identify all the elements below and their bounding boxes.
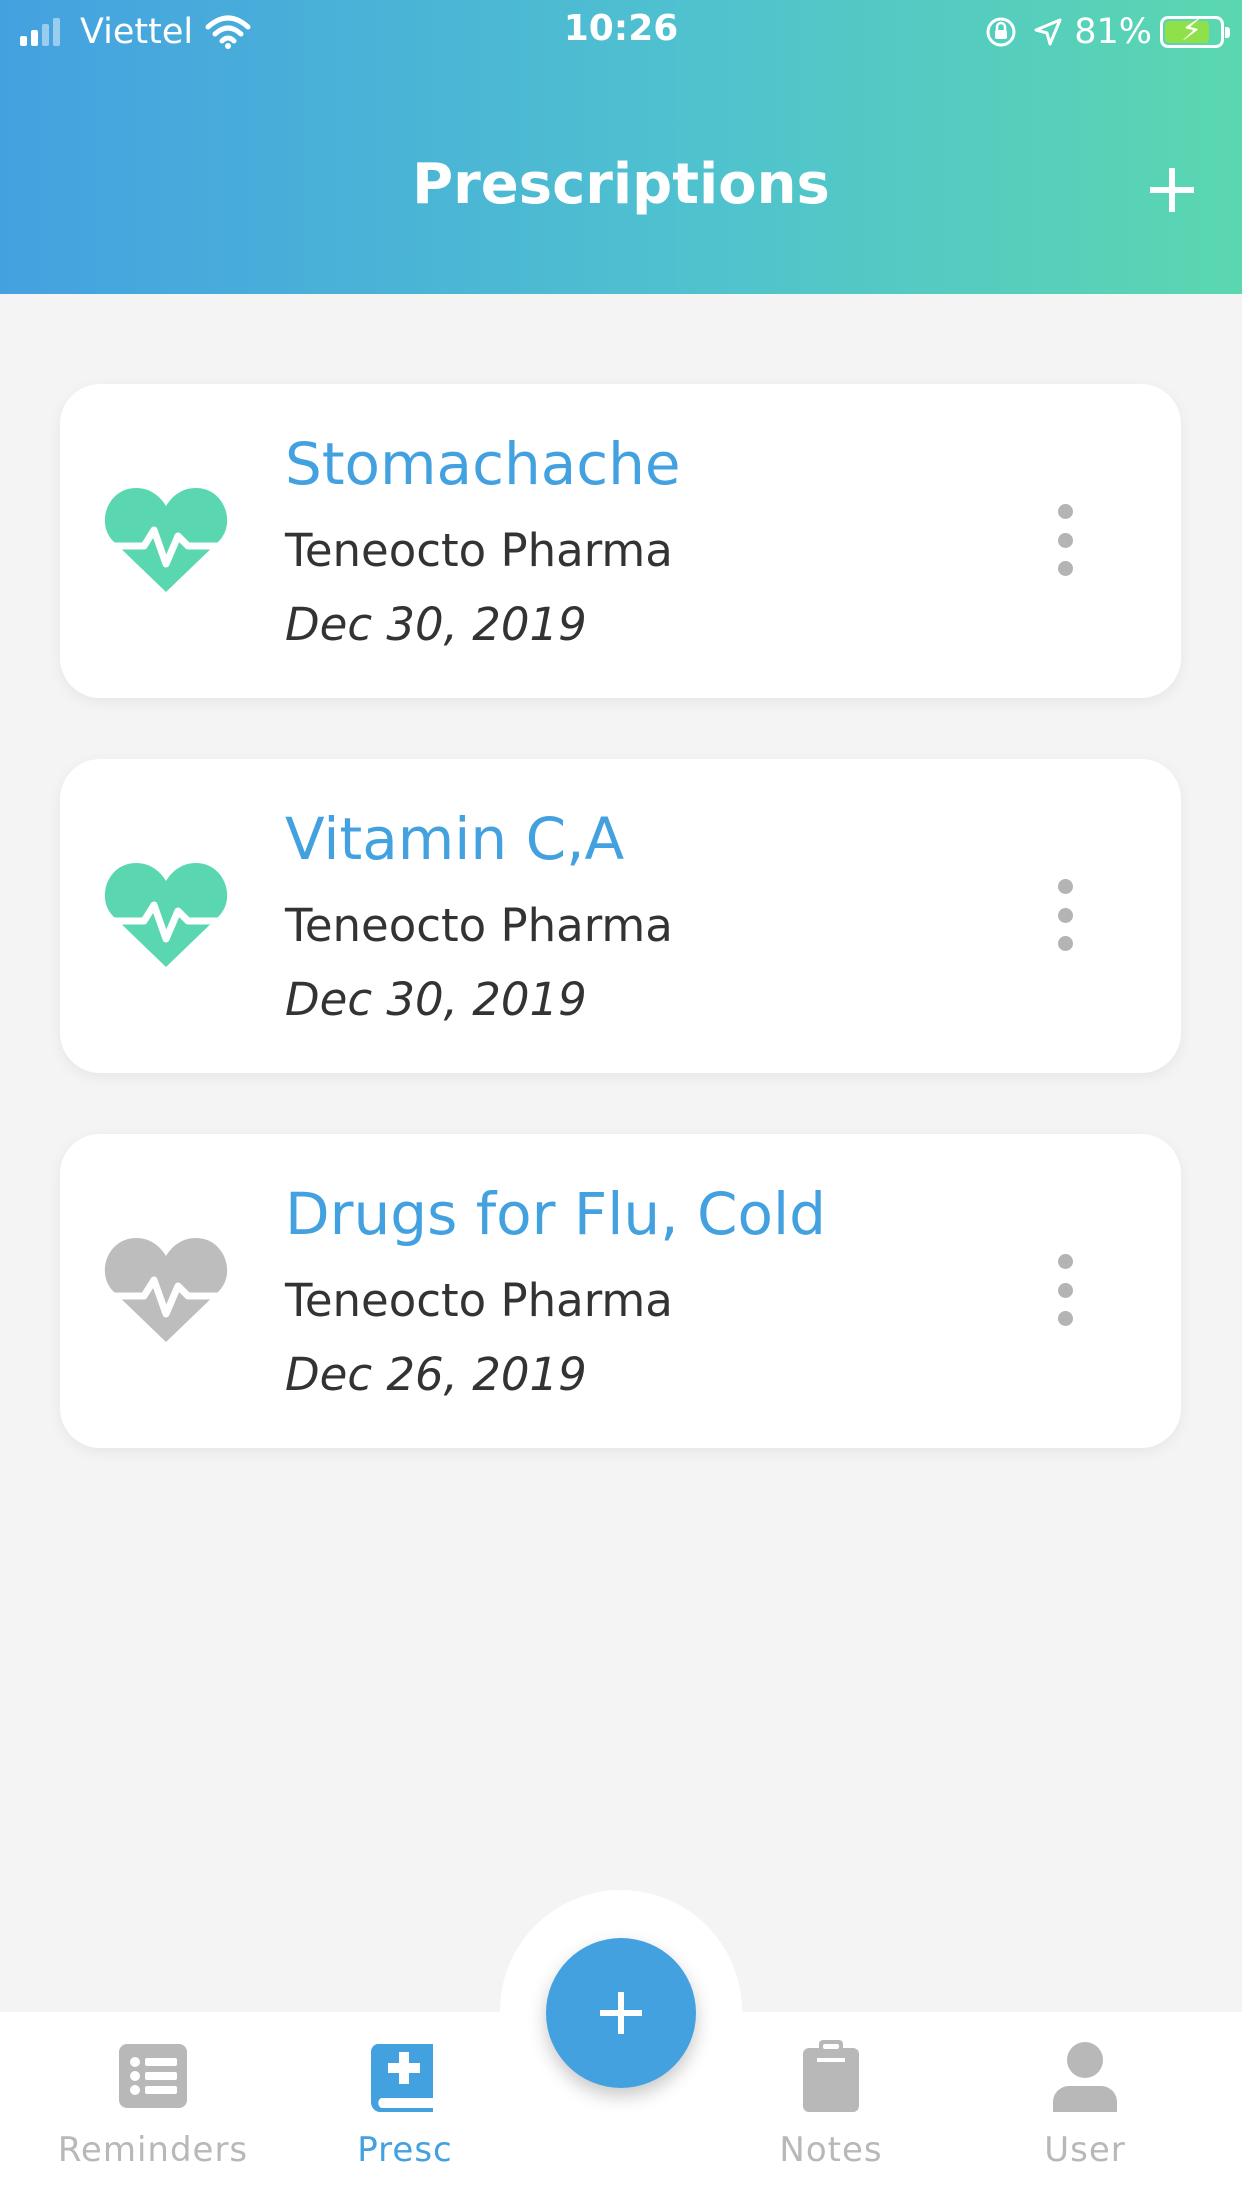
prescription-card[interactable]: Vitamin C,A Teneocto Pharma Dec 30, 2019	[60, 759, 1181, 1073]
more-options-icon[interactable]	[1045, 879, 1085, 951]
nav-label-presc: Presc	[357, 2130, 453, 2170]
clipboard-icon	[803, 2040, 859, 2112]
prescription-book-icon	[370, 2044, 433, 2112]
plus-icon	[600, 1992, 642, 2034]
page-title: Prescriptions	[412, 152, 830, 217]
heartbeat-icon	[104, 1238, 228, 1342]
battery-icon: ⚡	[1160, 13, 1230, 48]
nav-item-presc[interactable]: Presc	[285, 2040, 525, 2170]
prescription-company: Teneocto Pharma	[285, 524, 673, 577]
more-options-icon[interactable]	[1045, 504, 1085, 576]
add-fab-button[interactable]	[546, 1938, 696, 2088]
rotation-lock-icon	[986, 17, 1016, 47]
prescription-date: Dec 30, 2019	[285, 973, 587, 1026]
prescription-title: Drugs for Flu, Cold	[285, 1180, 826, 1248]
status-right: 81% ⚡	[984, 10, 1230, 54]
nav-item-reminders[interactable]: Reminders	[33, 2040, 273, 2170]
nav-item-notes[interactable]: Notes	[711, 2040, 951, 2170]
nav-item-user[interactable]: User	[965, 2040, 1205, 2170]
prescription-title: Vitamin C,A	[285, 805, 625, 873]
heartbeat-icon	[104, 863, 228, 967]
heartbeat-icon	[104, 488, 228, 592]
more-options-icon[interactable]	[1045, 1254, 1085, 1326]
nav-label-notes: Notes	[779, 2130, 883, 2170]
plus-icon	[1150, 168, 1194, 212]
user-icon	[1053, 2042, 1117, 2112]
status-bar: Viettel 10:26 81% ⚡	[0, 0, 1242, 62]
prescription-card[interactable]: Drugs for Flu, Cold Teneocto Pharma Dec …	[60, 1134, 1181, 1448]
prescription-company: Teneocto Pharma	[285, 1274, 673, 1327]
nav-label-user: User	[1044, 2130, 1126, 2170]
prescription-company: Teneocto Pharma	[285, 899, 673, 952]
prescription-card[interactable]: Stomachache Teneocto Pharma Dec 30, 2019	[60, 384, 1181, 698]
add-prescription-button[interactable]	[1142, 160, 1202, 220]
prescription-date: Dec 30, 2019	[285, 598, 587, 651]
nav-label-reminders: Reminders	[57, 2130, 249, 2170]
list-icon	[119, 2044, 187, 2108]
charging-icon: ⚡	[1181, 13, 1203, 48]
prescription-title: Stomachache	[285, 430, 681, 498]
battery-percent: 81%	[1074, 12, 1152, 52]
location-arrow-icon	[1034, 18, 1062, 46]
prescription-date: Dec 26, 2019	[285, 1348, 587, 1401]
app-header: Viettel 10:26 81% ⚡ Prescriptions	[0, 0, 1242, 294]
